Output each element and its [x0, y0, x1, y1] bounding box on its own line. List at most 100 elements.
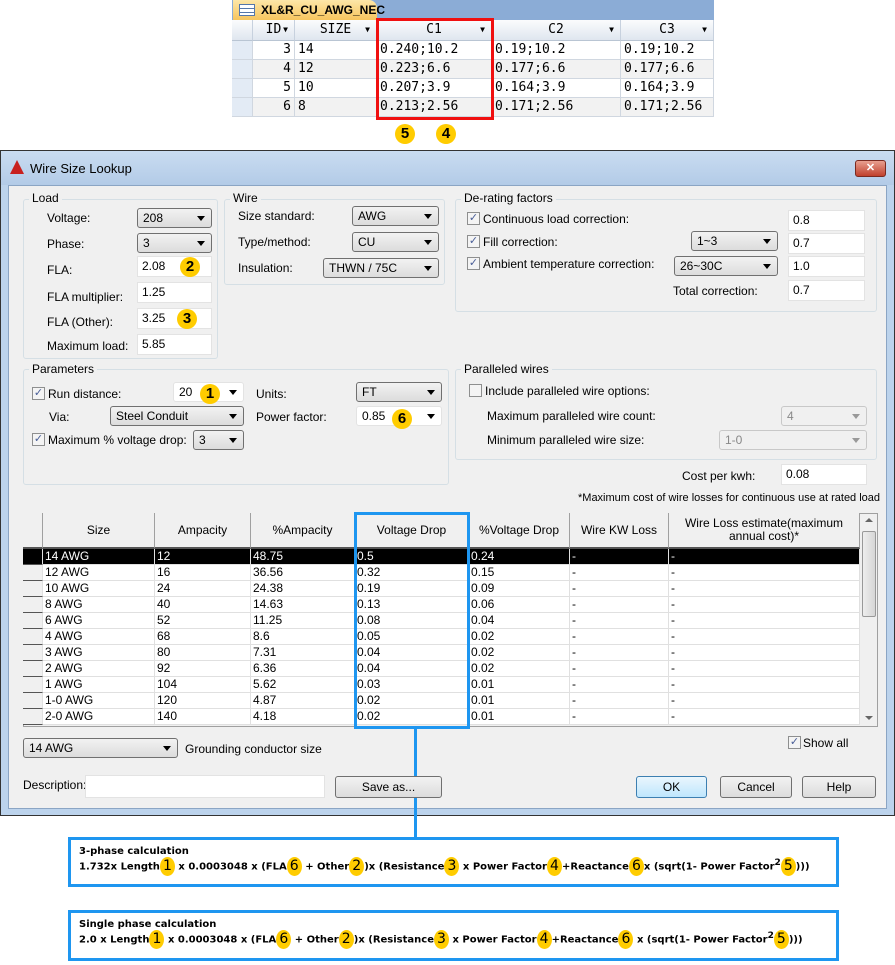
- run-distance-checkbox[interactable]: ✓: [32, 387, 45, 400]
- access-cell[interactable]: 0.177;6.6: [492, 60, 621, 79]
- ambient-temp-select[interactable]: 26~30C: [674, 256, 778, 276]
- row-selector[interactable]: [232, 98, 253, 117]
- grid-cell[interactable]: 104: [155, 677, 251, 693]
- grid-cell[interactable]: 0.01: [469, 709, 570, 725]
- help-button[interactable]: Help: [802, 776, 876, 798]
- phase-select[interactable]: 3: [137, 233, 212, 253]
- grid-cell[interactable]: -: [570, 581, 669, 597]
- grid-cell[interactable]: -: [570, 661, 669, 677]
- grid-column-header[interactable]: Wire Loss estimate(maximum annual cost)*: [669, 513, 860, 549]
- grid-cell[interactable]: -: [669, 645, 860, 661]
- grid-cell[interactable]: 10 AWG: [43, 581, 155, 597]
- grid-cell[interactable]: -: [570, 629, 669, 645]
- continuous-load-input[interactable]: 0.8: [788, 210, 865, 231]
- grid-row-selector[interactable]: [23, 709, 43, 725]
- min-paralleled-size-select[interactable]: 1-0: [719, 430, 867, 450]
- grid-cell[interactable]: -: [669, 597, 860, 613]
- grid-cell[interactable]: 52: [155, 613, 251, 629]
- continuous-load-checkbox[interactable]: ✓: [467, 212, 480, 225]
- grid-cell[interactable]: -: [669, 549, 860, 565]
- grid-cell[interactable]: 80: [155, 645, 251, 661]
- grid-cell[interactable]: 0.01: [469, 677, 570, 693]
- fill-correction-checkbox[interactable]: ✓: [467, 235, 480, 248]
- grid-cell[interactable]: 14 AWG: [43, 549, 155, 565]
- max-voltage-drop-checkbox[interactable]: ✓: [32, 433, 45, 446]
- show-all-checkbox[interactable]: ✓: [788, 736, 801, 749]
- grid-column-header[interactable]: Wire KW Loss: [570, 513, 669, 549]
- column-header-id[interactable]: ID ▼: [253, 20, 295, 41]
- save-as-button[interactable]: Save as...: [335, 776, 442, 798]
- grid-cell[interactable]: 4.18: [251, 709, 355, 725]
- column-header-c2[interactable]: C2 ▼: [492, 20, 621, 41]
- access-cell[interactable]: 0.164;3.9: [621, 79, 714, 98]
- grid-cell[interactable]: 7.31: [251, 645, 355, 661]
- ok-button[interactable]: OK: [636, 776, 707, 798]
- scroll-down-icon[interactable]: [865, 716, 873, 720]
- access-cell[interactable]: 0.177;6.6: [621, 60, 714, 79]
- grid-cell[interactable]: 0.06: [469, 597, 570, 613]
- grid-cell[interactable]: 0.24: [469, 549, 570, 565]
- total-correction-input[interactable]: 0.7: [788, 280, 865, 301]
- grid-cell[interactable]: -: [669, 629, 860, 645]
- grid-cell[interactable]: 2-0 AWG: [43, 709, 155, 725]
- grid-cell[interactable]: -: [570, 645, 669, 661]
- units-select[interactable]: FT: [356, 382, 442, 402]
- grid-scrollbar[interactable]: [861, 514, 877, 726]
- column-header-c3[interactable]: C3 ▼: [621, 20, 714, 41]
- access-cell[interactable]: 12: [295, 60, 377, 79]
- description-input[interactable]: [85, 775, 325, 798]
- access-cell[interactable]: 14: [295, 41, 377, 60]
- scroll-thumb[interactable]: [862, 531, 876, 617]
- grid-cell[interactable]: 0.02: [469, 661, 570, 677]
- scroll-up-icon[interactable]: [865, 518, 873, 522]
- ambient-temp-checkbox[interactable]: ✓: [467, 257, 480, 270]
- access-table-tab[interactable]: XL&R_CU_AWG_NEC: [233, 0, 385, 21]
- grid-cell[interactable]: 140: [155, 709, 251, 725]
- grid-cell[interactable]: 68: [155, 629, 251, 645]
- grid-cell[interactable]: -: [669, 677, 860, 693]
- access-cell[interactable]: 0.19;10.2: [621, 41, 714, 60]
- via-select[interactable]: Steel Conduit: [110, 406, 244, 426]
- type-method-select[interactable]: CU: [352, 232, 439, 252]
- grid-cell[interactable]: -: [669, 565, 860, 581]
- grid-cell[interactable]: 12 AWG: [43, 565, 155, 581]
- grid-row-selector[interactable]: [23, 613, 43, 629]
- grid-cell[interactable]: -: [570, 677, 669, 693]
- cost-per-kwh-input[interactable]: 0.08: [781, 464, 867, 485]
- grid-cell[interactable]: 14.63: [251, 597, 355, 613]
- row-selector[interactable]: [232, 41, 253, 60]
- grid-column-header[interactable]: %Ampacity: [251, 513, 355, 549]
- grid-cell[interactable]: 3 AWG: [43, 645, 155, 661]
- grid-cell[interactable]: 5.62: [251, 677, 355, 693]
- access-cell[interactable]: 4: [253, 60, 295, 79]
- grid-cell[interactable]: -: [570, 565, 669, 581]
- include-paralleled-checkbox[interactable]: [469, 384, 482, 397]
- grid-cell[interactable]: 12: [155, 549, 251, 565]
- grid-row-selector[interactable]: [23, 693, 43, 709]
- grid-cell[interactable]: 6 AWG: [43, 613, 155, 629]
- grid-cell[interactable]: -: [669, 709, 860, 725]
- grid-cell[interactable]: 4 AWG: [43, 629, 155, 645]
- grid-cell[interactable]: 1-0 AWG: [43, 693, 155, 709]
- grid-cell[interactable]: 120: [155, 693, 251, 709]
- cancel-button[interactable]: Cancel: [720, 776, 792, 798]
- grid-cell[interactable]: -: [669, 581, 860, 597]
- select-all-corner[interactable]: [232, 20, 253, 41]
- grid-row-selector[interactable]: [23, 677, 43, 693]
- grid-column-header[interactable]: Ampacity: [155, 513, 251, 549]
- grid-cell[interactable]: 24.38: [251, 581, 355, 597]
- access-cell[interactable]: 8: [295, 98, 377, 117]
- grid-cell[interactable]: -: [669, 661, 860, 677]
- insulation-select[interactable]: THWN / 75C: [323, 258, 439, 278]
- grid-cell[interactable]: 92: [155, 661, 251, 677]
- fla-multiplier-input[interactable]: 1.25: [137, 282, 212, 303]
- grid-cell[interactable]: 36.56: [251, 565, 355, 581]
- grid-cell[interactable]: -: [669, 693, 860, 709]
- fla-other-input[interactable]: 3.25: [137, 308, 212, 329]
- grid-cell[interactable]: 16: [155, 565, 251, 581]
- access-cell[interactable]: 0.164;3.9: [492, 79, 621, 98]
- grid-cell[interactable]: 0.04: [469, 613, 570, 629]
- grid-row-selector[interactable]: [23, 645, 43, 661]
- fill-correction-select[interactable]: 1~3: [691, 231, 778, 251]
- grid-cell[interactable]: 1 AWG: [43, 677, 155, 693]
